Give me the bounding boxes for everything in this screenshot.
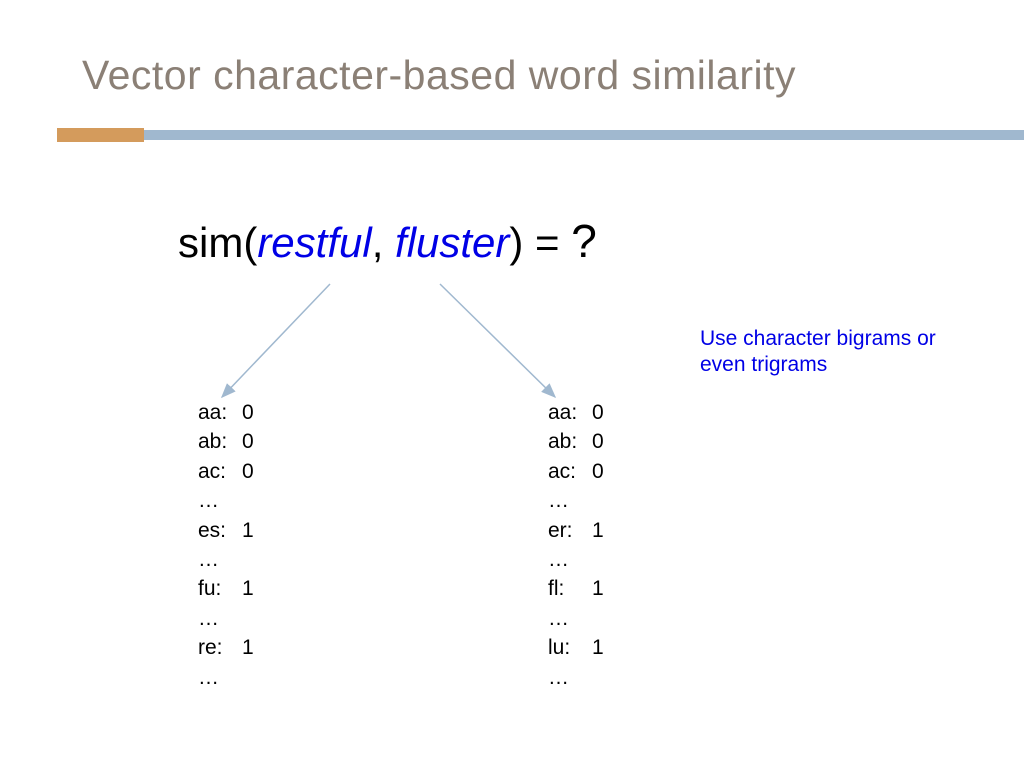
vector-key: ac: [198, 457, 242, 486]
vector-value: 0 [242, 398, 254, 427]
arrows [180, 282, 660, 412]
vector-row: … [548, 663, 604, 692]
vector-key: lu: [548, 633, 592, 662]
vector-row: aa:0 [198, 398, 254, 427]
vector-row: … [198, 663, 254, 692]
vector-key: … [198, 663, 242, 692]
vector-value: 0 [592, 457, 604, 486]
vector-key: … [198, 545, 242, 574]
divider-accent [57, 128, 144, 142]
vector-key: … [548, 663, 592, 692]
formula-result: ? [571, 215, 597, 267]
vector-key: ab: [198, 427, 242, 456]
formula-prefix: sim( [178, 219, 257, 266]
vector-key: … [548, 604, 592, 633]
vector-value: 0 [242, 457, 254, 486]
vector-row: re:1 [198, 633, 254, 662]
bigram-vector-restful: aa:0ab:0ac:0…es:1…fu:1…re:1… [198, 398, 254, 692]
vector-row: … [198, 545, 254, 574]
vector-row: lu:1 [548, 633, 604, 662]
vector-row: ab:0 [198, 427, 254, 456]
formula-sep: , [372, 219, 395, 266]
vector-key: … [198, 604, 242, 633]
title-divider [0, 128, 1024, 142]
formula-word2: fluster [395, 219, 509, 266]
vector-row: fu:1 [198, 574, 254, 603]
side-note: Use character bigrams or even trigrams [700, 326, 980, 379]
slide-title: Vector character-based word similarity [82, 52, 796, 99]
vector-key: es: [198, 516, 242, 545]
vector-key: … [548, 545, 592, 574]
vector-value: 1 [242, 574, 254, 603]
vector-row: ac:0 [198, 457, 254, 486]
vector-key: re: [198, 633, 242, 662]
vector-row: … [198, 486, 254, 515]
formula-suffix: ) = [509, 219, 571, 266]
vector-row: aa:0 [548, 398, 604, 427]
vector-key: aa: [198, 398, 242, 427]
vector-key: aa: [548, 398, 592, 427]
vector-value: 0 [592, 427, 604, 456]
vector-value: 1 [592, 574, 604, 603]
vector-row: fl:1 [548, 574, 604, 603]
vector-row: … [548, 604, 604, 633]
formula-word1: restful [257, 219, 371, 266]
vector-key: fl: [548, 574, 592, 603]
vector-key: er: [548, 516, 592, 545]
arrow-left-icon [222, 284, 330, 397]
vector-value: 1 [242, 516, 254, 545]
vector-row: es:1 [198, 516, 254, 545]
vector-value: 1 [592, 633, 604, 662]
vector-row: … [198, 604, 254, 633]
vector-key: … [548, 486, 592, 515]
vector-key: fu: [198, 574, 242, 603]
divider-bar [144, 130, 1024, 140]
vector-value: 1 [592, 516, 604, 545]
vector-row: … [548, 486, 604, 515]
bigram-vector-fluster: aa:0ab:0ac:0…er:1…fl:1…lu:1… [548, 398, 604, 692]
vector-value: 0 [592, 398, 604, 427]
arrow-right-icon [440, 284, 555, 397]
vector-key: ac: [548, 457, 592, 486]
vector-value: 1 [242, 633, 254, 662]
vector-row: er:1 [548, 516, 604, 545]
vector-row: ab:0 [548, 427, 604, 456]
vector-value: 0 [242, 427, 254, 456]
vector-row: ac:0 [548, 457, 604, 486]
vector-row: … [548, 545, 604, 574]
similarity-formula: sim(restful, fluster) = ? [178, 214, 597, 268]
vector-key: … [198, 486, 242, 515]
vector-key: ab: [548, 427, 592, 456]
